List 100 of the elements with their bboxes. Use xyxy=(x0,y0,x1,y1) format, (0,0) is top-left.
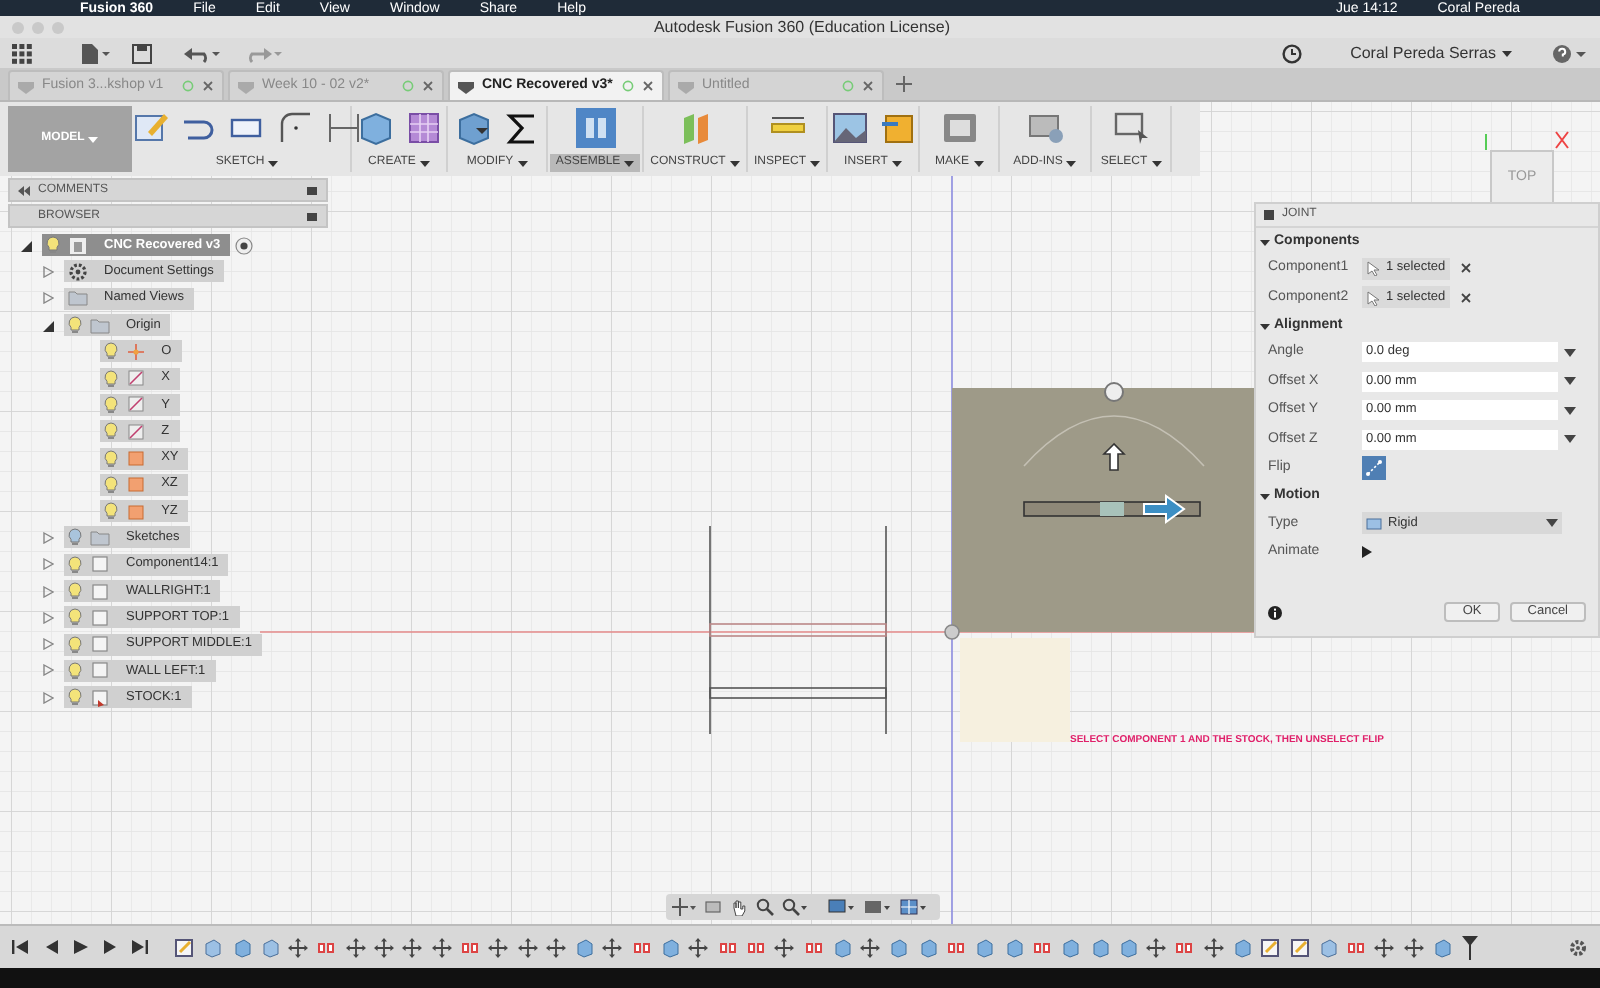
move-feature-icon[interactable] xyxy=(488,937,509,957)
joint-feature-icon[interactable] xyxy=(459,937,480,957)
joint-feature-icon[interactable] xyxy=(316,937,337,957)
move-feature-icon[interactable] xyxy=(688,937,709,957)
lightbulb-icon[interactable] xyxy=(68,608,82,627)
move-feature-icon[interactable] xyxy=(774,937,795,957)
move-feature-icon[interactable] xyxy=(431,937,452,957)
component-feature-icon[interactable] xyxy=(831,937,852,957)
skip-to-start-icon[interactable] xyxy=(12,938,30,956)
lightbulb-icon[interactable] xyxy=(103,369,118,388)
close-icon[interactable] xyxy=(422,80,434,92)
save-icon[interactable] xyxy=(132,43,152,63)
component-feature-icon[interactable] xyxy=(1060,937,1081,957)
move-feature-icon[interactable] xyxy=(1403,937,1424,957)
close-icon[interactable] xyxy=(862,80,874,92)
viewports-icon[interactable] xyxy=(900,898,928,916)
component-feature-icon[interactable] xyxy=(231,937,252,957)
move-feature-icon[interactable] xyxy=(1203,937,1224,957)
move-right-arrow-icon[interactable] xyxy=(1143,494,1186,524)
expand-arrow-icon[interactable] xyxy=(42,292,54,305)
extrude-feature-icon[interactable] xyxy=(1317,937,1338,957)
play-icon[interactable] xyxy=(1362,546,1372,559)
dimension-icon[interactable] xyxy=(323,108,363,148)
collapse-arrow-icon[interactable] xyxy=(42,319,54,332)
section-toggle-icon[interactable] xyxy=(1260,492,1270,502)
form-grid-icon[interactable] xyxy=(403,108,443,148)
expand-arrow-icon[interactable] xyxy=(42,265,54,278)
joint-feature-icon[interactable] xyxy=(803,937,824,957)
component-feature-icon[interactable] xyxy=(1003,937,1024,957)
component-feature-icon[interactable] xyxy=(1117,937,1138,957)
box-icon[interactable] xyxy=(355,108,395,148)
dropdown-arrow-icon[interactable] xyxy=(1564,405,1576,416)
pin-icon[interactable] xyxy=(306,211,318,221)
slider-handle[interactable] xyxy=(1100,502,1124,516)
help-icon[interactable] xyxy=(1552,43,1588,63)
joint-feature-icon[interactable] xyxy=(946,937,967,957)
flip-toggle[interactable] xyxy=(1362,456,1386,481)
component-feature-icon[interactable] xyxy=(574,937,595,957)
joint-feature-icon[interactable] xyxy=(717,937,738,957)
move-feature-icon[interactable] xyxy=(1146,937,1167,957)
step-forward-icon[interactable] xyxy=(102,938,120,956)
clock-icon[interactable] xyxy=(1282,43,1303,63)
move-feature-icon[interactable] xyxy=(345,937,366,957)
info-icon[interactable] xyxy=(1268,605,1282,619)
expand-arrow-icon[interactable] xyxy=(42,558,54,571)
zoom-window-icon[interactable] xyxy=(782,898,808,916)
expand-arrow-icon[interactable] xyxy=(42,531,54,544)
sketch-feature-icon[interactable] xyxy=(1260,937,1281,957)
lightbulb-icon[interactable] xyxy=(68,661,82,680)
joint-icon[interactable] xyxy=(575,108,615,148)
visual-style-icon[interactable] xyxy=(864,898,892,916)
image-icon[interactable] xyxy=(829,108,869,148)
lightbulb-icon[interactable] xyxy=(68,582,82,600)
component-feature-icon[interactable] xyxy=(1231,937,1252,957)
lightbulb-icon[interactable] xyxy=(103,502,118,521)
joint-feature-icon[interactable] xyxy=(1346,937,1367,957)
timeline-marker-icon[interactable] xyxy=(1462,935,1479,959)
dropdown-arrow-icon[interactable] xyxy=(1564,434,1576,445)
move-feature-icon[interactable] xyxy=(602,937,623,957)
component-feature-icon[interactable] xyxy=(1432,937,1453,957)
component-feature-icon[interactable] xyxy=(888,937,909,957)
zoom-icon[interactable] xyxy=(756,898,774,916)
joint-feature-icon[interactable] xyxy=(631,937,652,957)
collapse-icon[interactable] xyxy=(18,185,30,195)
expand-arrow-icon[interactable] xyxy=(42,585,54,597)
component-feature-icon[interactable] xyxy=(917,937,938,957)
display-settings-icon[interactable] xyxy=(828,898,856,916)
apps-grid-icon[interactable] xyxy=(12,43,32,63)
section-toggle-icon[interactable] xyxy=(1260,321,1270,331)
extrude-feature-icon[interactable] xyxy=(259,937,280,957)
skip-to-end-icon[interactable] xyxy=(132,938,150,956)
move-feature-icon[interactable] xyxy=(288,937,309,957)
joint-feature-icon[interactable] xyxy=(745,937,766,957)
clear-icon[interactable] xyxy=(1459,291,1472,304)
sketch-feature-icon[interactable] xyxy=(174,937,194,957)
move-feature-icon[interactable] xyxy=(1374,937,1395,957)
lightbulb-icon[interactable] xyxy=(68,555,82,574)
move-feature-icon[interactable] xyxy=(402,937,423,957)
press-pull-icon[interactable] xyxy=(453,108,493,148)
lightbulb-icon[interactable] xyxy=(103,475,118,494)
expand-arrow-icon[interactable] xyxy=(42,638,54,651)
joint-feature-icon[interactable] xyxy=(1174,937,1195,957)
undo-icon[interactable] xyxy=(184,43,224,63)
lightbulb-icon[interactable] xyxy=(68,528,82,547)
play-icon[interactable] xyxy=(72,938,90,956)
activate-radio-icon[interactable] xyxy=(234,235,255,256)
expand-arrow-icon[interactable] xyxy=(42,664,54,677)
collapse-arrow-icon[interactable] xyxy=(20,239,32,252)
file-icon[interactable] xyxy=(80,43,112,63)
pin-icon[interactable] xyxy=(306,185,318,195)
lightbulb-icon[interactable] xyxy=(46,236,60,255)
move-feature-icon[interactable] xyxy=(860,937,881,957)
section-toggle-icon[interactable] xyxy=(1260,237,1270,247)
lightbulb-icon[interactable] xyxy=(103,422,118,441)
sketch-feature-icon[interactable] xyxy=(1289,937,1310,957)
lightbulb-icon[interactable] xyxy=(68,688,82,707)
extrude-feature-icon[interactable] xyxy=(202,937,223,957)
account-menu[interactable]: Coral Pereda Serras xyxy=(1350,41,1512,65)
lightbulb-icon[interactable] xyxy=(103,342,118,361)
lightbulb-icon[interactable] xyxy=(68,635,82,654)
